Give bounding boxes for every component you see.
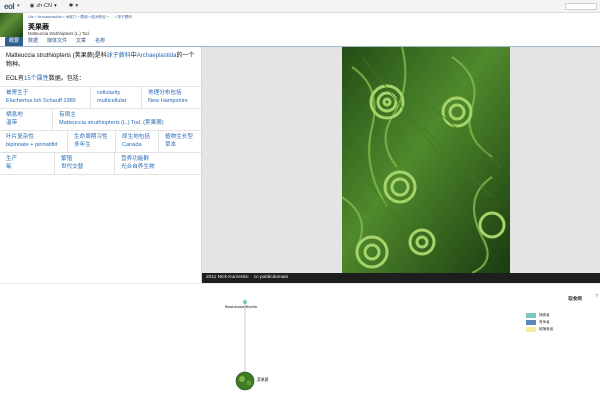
legend-swatch [526, 313, 536, 318]
trait-grid: 被寄生于 Elachertus loh Schauff 1985 cellular… [0, 86, 201, 175]
breadcrumb-item[interactable]: 木贼门 [66, 15, 77, 20]
trait-cell[interactable]: 被寄生于 Elachertus loh Schauff 1985 [0, 87, 91, 108]
eol-logo[interactable]: eol [4, 2, 15, 11]
legend-title: 取食网 [568, 296, 582, 301]
chevron-down-icon: ▾ [75, 3, 79, 9]
chevron-down-icon: ▾ [53, 3, 57, 9]
breadcrumb-item[interactable]: … [110, 15, 114, 20]
tab-bar: 概要 数据 媒体文件 文章 名称 [0, 37, 600, 47]
fern-photo-image [342, 47, 510, 273]
trait-count-link[interactable]: 15个属性 [24, 76, 49, 82]
food-web-panel: Blastobasis filicella 荚果蕨 取食网 ? 捕食者 竞争者 … [0, 283, 600, 400]
settings-menu[interactable]: ✱ ▾ [69, 3, 78, 9]
legend-swatch [526, 327, 536, 332]
trait-cell[interactable]: 生命周期习性 多年生 [68, 131, 116, 152]
tab-overview[interactable]: 概要 [5, 37, 24, 46]
trait-row: 叶片复杂性 bipinnate + pinnatifid 生命周期习性 多年生 原生… [0, 131, 201, 153]
breadcrumb-item[interactable]: 球子蕨科 [118, 15, 132, 20]
chevron-down-icon[interactable]: ▾ [17, 3, 20, 9]
caption-license[interactable]: cc-publicdomain [254, 273, 289, 283]
predator-node[interactable] [242, 299, 248, 305]
trait-cell[interactable]: 原生地包括 Canada [116, 131, 159, 152]
species-node[interactable] [235, 371, 255, 391]
scientific-name: Matteuccia struthiopteris (L.) Tod. [28, 31, 90, 36]
species-photo[interactable] [342, 47, 510, 273]
breadcrumb-item[interactable]: 欧洲桦目 [92, 15, 106, 20]
caption-author: 2011 Nick Kurzenko [206, 275, 249, 280]
breadcrumb: Life» Archaeplastida» 木贼门» 蕨纲» 欧洲桦目» …» … [28, 15, 132, 20]
trait-cell[interactable]: cellularity multicellular [91, 87, 142, 108]
kingdom-link[interactable]: Archaeplastida [137, 53, 177, 59]
trait-cell[interactable]: 营养功能群 光合自养生物 [115, 153, 201, 174]
tab-articles[interactable]: 文章 [72, 37, 90, 46]
breadcrumb-item[interactable]: Life [28, 15, 34, 20]
trait-cell[interactable]: 地理分布包括 New Hampshire [142, 87, 201, 108]
search-input[interactable] [565, 3, 597, 10]
summary-intro: Matteuccia struthiopteris (荚果蕨)是科球子蕨科中Ar… [6, 53, 195, 68]
legend-item: 捕食者 [526, 312, 553, 319]
trait-cell[interactable]: 繁殖 世代交替 [55, 153, 115, 174]
species-thumbnail[interactable] [0, 13, 23, 37]
trait-cell[interactable]: 有宿主 Matteuccia struthiopteris (L.) Tod. (… [53, 109, 201, 130]
trait-cell[interactable]: 植物生长型 草本 [159, 131, 201, 152]
media-caption: 2011 Nick Kurzenko cc-publicdomain [202, 273, 600, 283]
breadcrumb-item[interactable]: Archaeplastida [38, 15, 62, 20]
species-node-label: 荚果蕨 [257, 378, 269, 382]
trait-row: 被寄生于 Elachertus loh Schauff 1985 cellular… [0, 87, 201, 109]
help-icon[interactable]: ? [595, 294, 598, 300]
legend-item: 被捕食者 [526, 326, 553, 333]
legend-item: 竞争者 [526, 319, 553, 326]
trait-row: 栖息地 温带 有宿主 Matteuccia struthiopteris (L.) … [0, 109, 201, 131]
trait-row: 生产氧 繁殖 世代交替 营养功能群 光合自养生物 [0, 153, 201, 175]
tab-data[interactable]: 数据 [24, 37, 42, 46]
predator-node-label: Blastobasis filicella [225, 305, 257, 309]
legend: 捕食者 竞争者 被捕食者 [526, 312, 553, 333]
summary-panel: Matteuccia struthiopteris (荚果蕨)是科球子蕨科中Ar… [0, 47, 202, 283]
trait-cell[interactable]: 栖息地 温带 [0, 109, 53, 130]
tab-media[interactable]: 媒体文件 [43, 37, 71, 46]
trait-cell[interactable]: 生产氧 [0, 153, 55, 174]
tab-names[interactable]: 名称 [91, 37, 109, 46]
globe-icon: ◉ [29, 3, 35, 9]
trait-cell[interactable]: 叶片复杂性 bipinnate + pinnatifid [0, 131, 68, 152]
language-label: zh-CN [36, 3, 52, 9]
page-header: Life» Archaeplastida» 木贼门» 蕨纲» 欧洲桦目» …» … [0, 13, 600, 37]
breadcrumb-item[interactable]: 蕨纲 [80, 15, 87, 20]
language-selector[interactable]: ◉ zh-CN ▾ [30, 3, 57, 9]
top-bar: eol ▾ ◉ zh-CN ▾ ✱ ▾ [0, 0, 600, 13]
family-link[interactable]: 球子蕨科 [107, 53, 131, 59]
media-viewer: 2011 Nick Kurzenko cc-publicdomain [202, 47, 600, 283]
trait-count: EOL有15个属性数据。包括： [6, 76, 85, 82]
food-web-graph [235, 299, 255, 391]
legend-swatch [526, 320, 536, 325]
gear-icon: ✱ [68, 3, 74, 9]
